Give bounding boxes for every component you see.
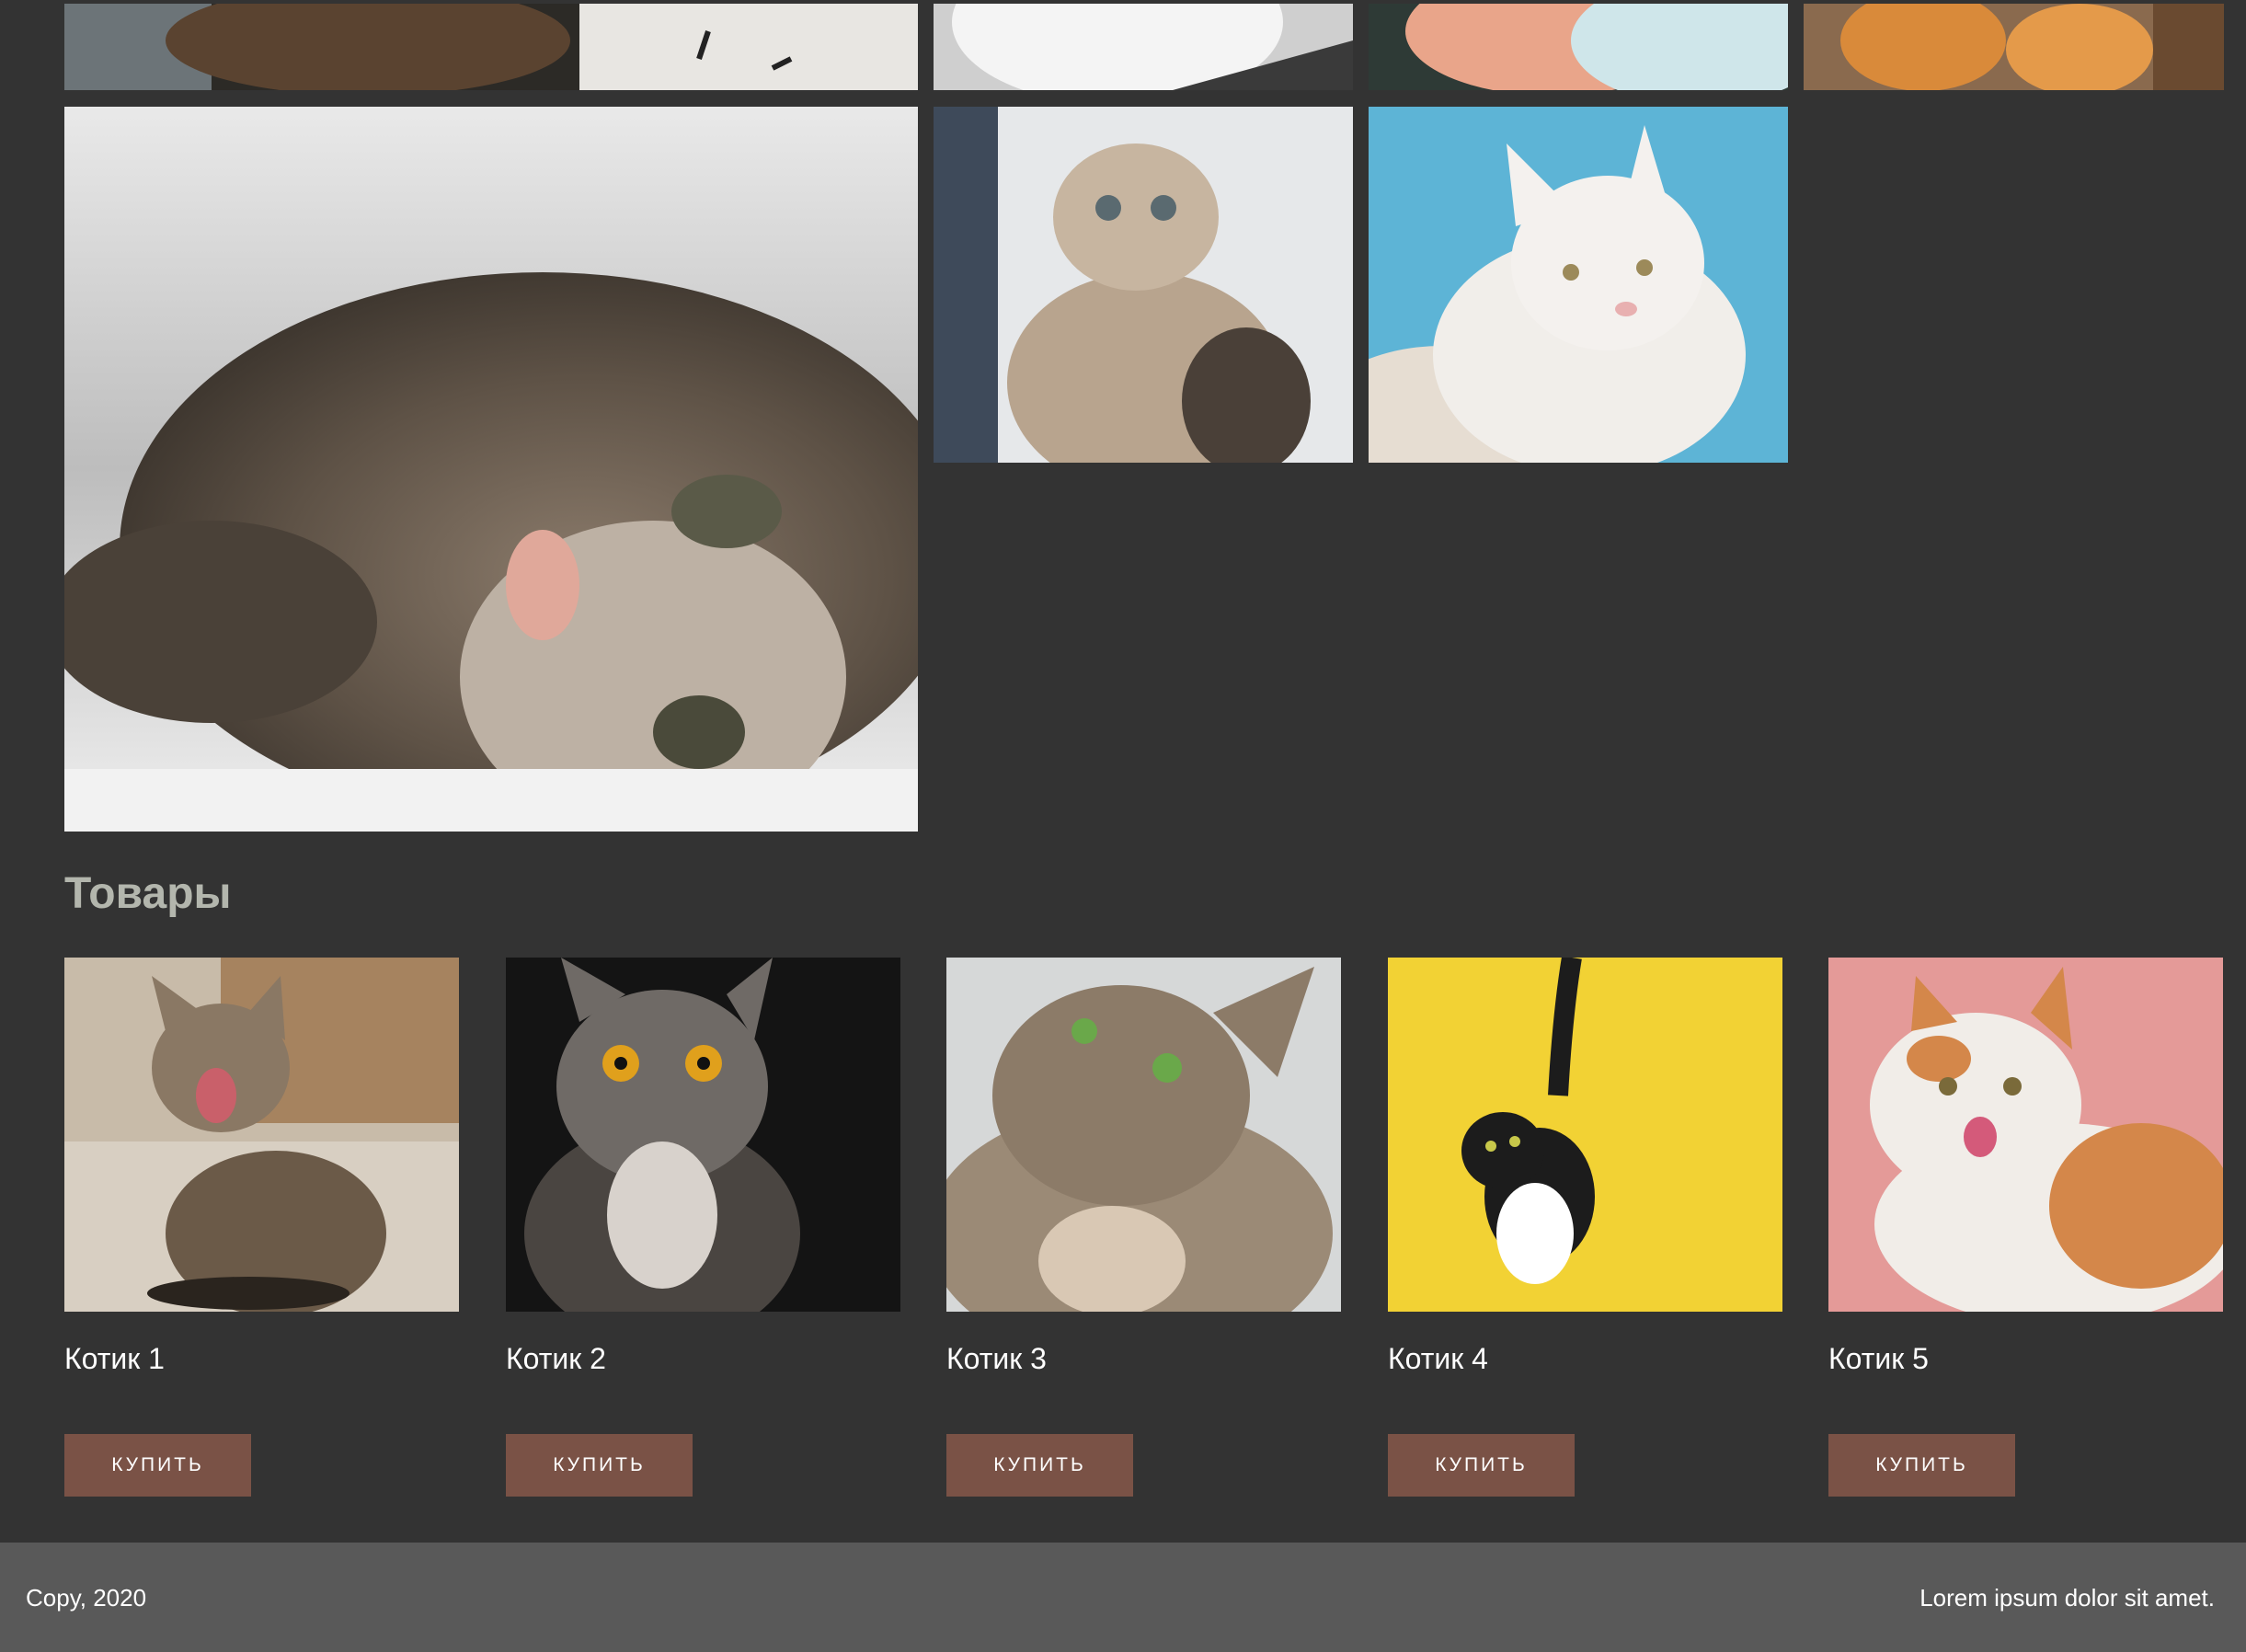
product-name: Котик 2 [506, 1342, 606, 1375]
product-card: Котик 2 КУПИТЬ [506, 958, 900, 1497]
footer: Copy, 2020 Lorem ipsum dolor sit amet. [0, 1543, 2246, 1652]
product-name: Котик 1 [64, 1342, 165, 1375]
product-image-1[interactable] [64, 958, 459, 1312]
product-name: Котик 4 [1388, 1342, 1488, 1375]
gallery-image-5[interactable] [64, 107, 918, 832]
gallery-image-1[interactable] [64, 4, 918, 90]
footer-text: Lorem ipsum dolor sit amet. [1919, 1584, 2215, 1612]
product-name: Котик 3 [946, 1342, 1047, 1375]
product-image-4[interactable] [1388, 958, 1782, 1312]
products-title: Товары [64, 869, 232, 918]
buy-button[interactable]: КУПИТЬ [1828, 1434, 2015, 1497]
gallery-image-4[interactable] [1804, 4, 2224, 90]
product-card: Котик 1 КУПИТЬ [64, 958, 459, 1497]
page: Товары Котик 1 КУПИТЬ Котик 2 КУПИТЬ Кот… [0, 0, 2246, 1652]
product-image-2[interactable] [506, 958, 900, 1312]
buy-button[interactable]: КУПИТЬ [1388, 1434, 1575, 1497]
buy-button[interactable]: КУПИТЬ [946, 1434, 1133, 1497]
product-image-3[interactable] [946, 958, 1341, 1312]
product-card: Котик 5 КУПИТЬ [1828, 958, 2223, 1497]
gallery-image-6[interactable] [934, 107, 1353, 463]
gallery-image-7[interactable] [1369, 107, 1788, 463]
gallery-image-2[interactable] [934, 4, 1353, 90]
product-card: Котик 3 КУПИТЬ [946, 958, 1341, 1497]
product-card: Котик 4 КУПИТЬ [1388, 958, 1782, 1497]
product-image-5[interactable] [1828, 958, 2223, 1312]
footer-copyright: Copy, 2020 [26, 1584, 147, 1612]
buy-button[interactable]: КУПИТЬ [506, 1434, 693, 1497]
product-name: Котик 5 [1828, 1342, 1929, 1375]
gallery-image-3[interactable] [1369, 4, 1788, 90]
buy-button[interactable]: КУПИТЬ [64, 1434, 251, 1497]
